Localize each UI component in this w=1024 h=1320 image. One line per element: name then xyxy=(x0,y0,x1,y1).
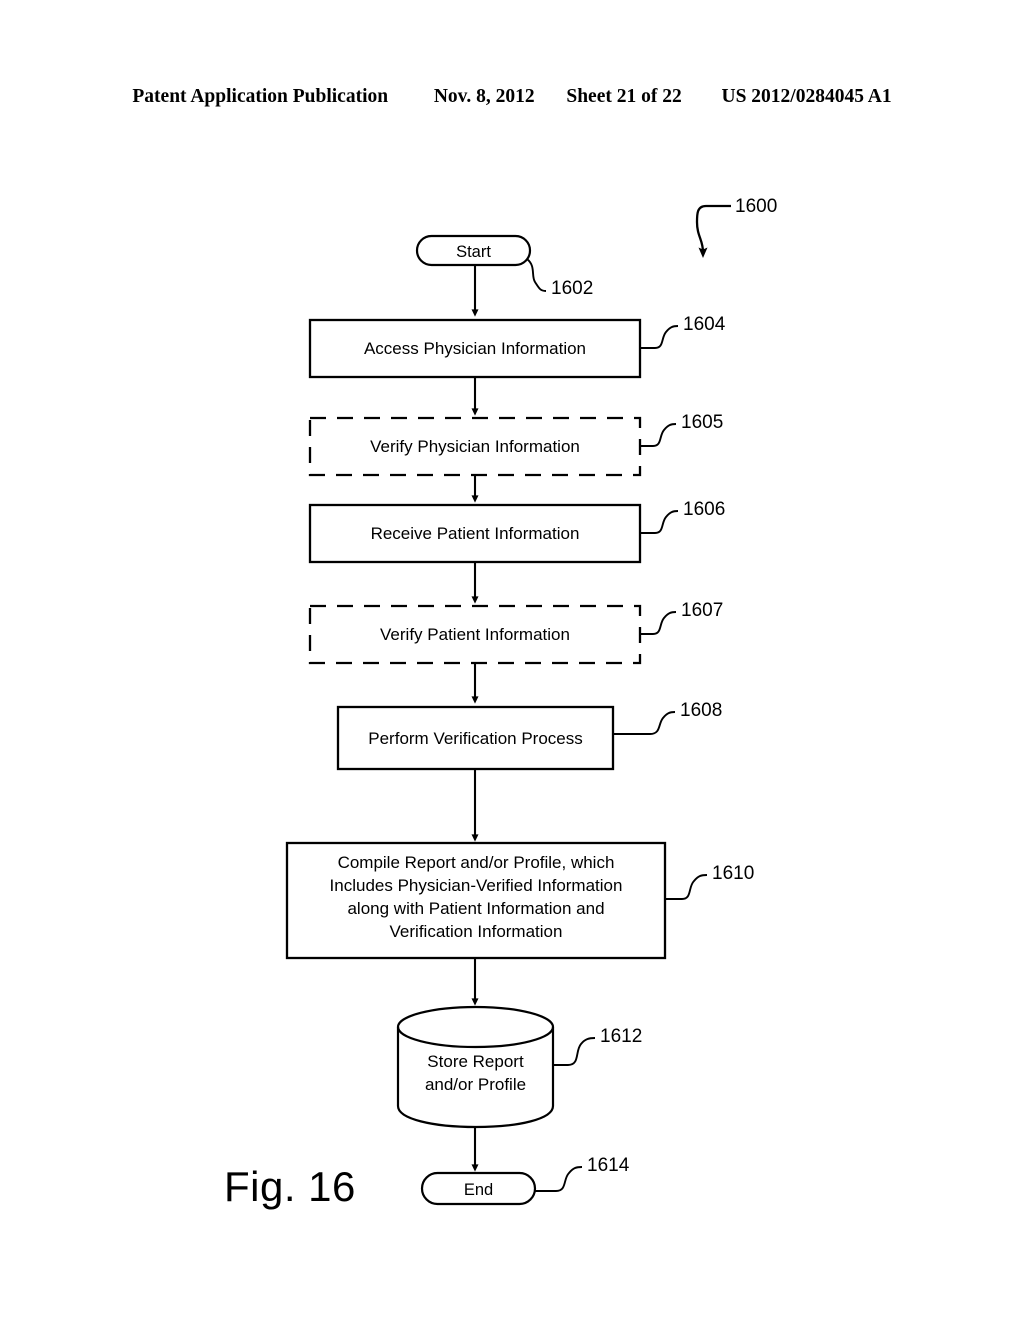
node-receive-patient-shape xyxy=(308,503,642,564)
ref-label-1614: 1614 xyxy=(587,1155,630,1176)
node-start-shape xyxy=(415,234,532,267)
ref-label-1600: 1600 xyxy=(735,196,778,217)
node-access-physician-shape xyxy=(308,318,642,379)
leader-1606 xyxy=(640,510,679,534)
ref-label-1612: 1612 xyxy=(600,1026,643,1047)
flowchart-figure: Start Access Physician Information Verif… xyxy=(0,0,1024,1320)
ref-label-1608: 1608 xyxy=(680,700,723,721)
diagram-ref-arrow xyxy=(695,204,731,258)
ref-label-1606: 1606 xyxy=(683,499,726,520)
node-compile-report-shape xyxy=(285,841,667,960)
node-verify-patient-shape xyxy=(308,604,642,665)
leader-1608 xyxy=(613,711,676,735)
leader-1605 xyxy=(640,423,677,447)
ref-label-1602: 1602 xyxy=(551,278,594,299)
leader-1610 xyxy=(665,874,708,900)
node-perform-verification-shape xyxy=(336,705,615,771)
flowchart-canvas xyxy=(285,204,731,1206)
leader-1607 xyxy=(640,611,677,635)
node-store-report-top xyxy=(396,1005,555,1049)
leader-1614 xyxy=(535,1166,583,1192)
ref-label-1604: 1604 xyxy=(683,314,726,335)
leader-1612 xyxy=(553,1037,596,1066)
leader-1602 xyxy=(526,258,547,292)
node-end-shape xyxy=(420,1171,537,1206)
node-verify-physician-shape xyxy=(308,416,642,477)
ref-label-1610: 1610 xyxy=(712,863,755,884)
ref-label-1607: 1607 xyxy=(681,600,724,621)
leader-1604 xyxy=(640,325,679,349)
figure-caption: Fig. 16 xyxy=(224,1163,356,1210)
ref-label-1605: 1605 xyxy=(681,412,724,433)
